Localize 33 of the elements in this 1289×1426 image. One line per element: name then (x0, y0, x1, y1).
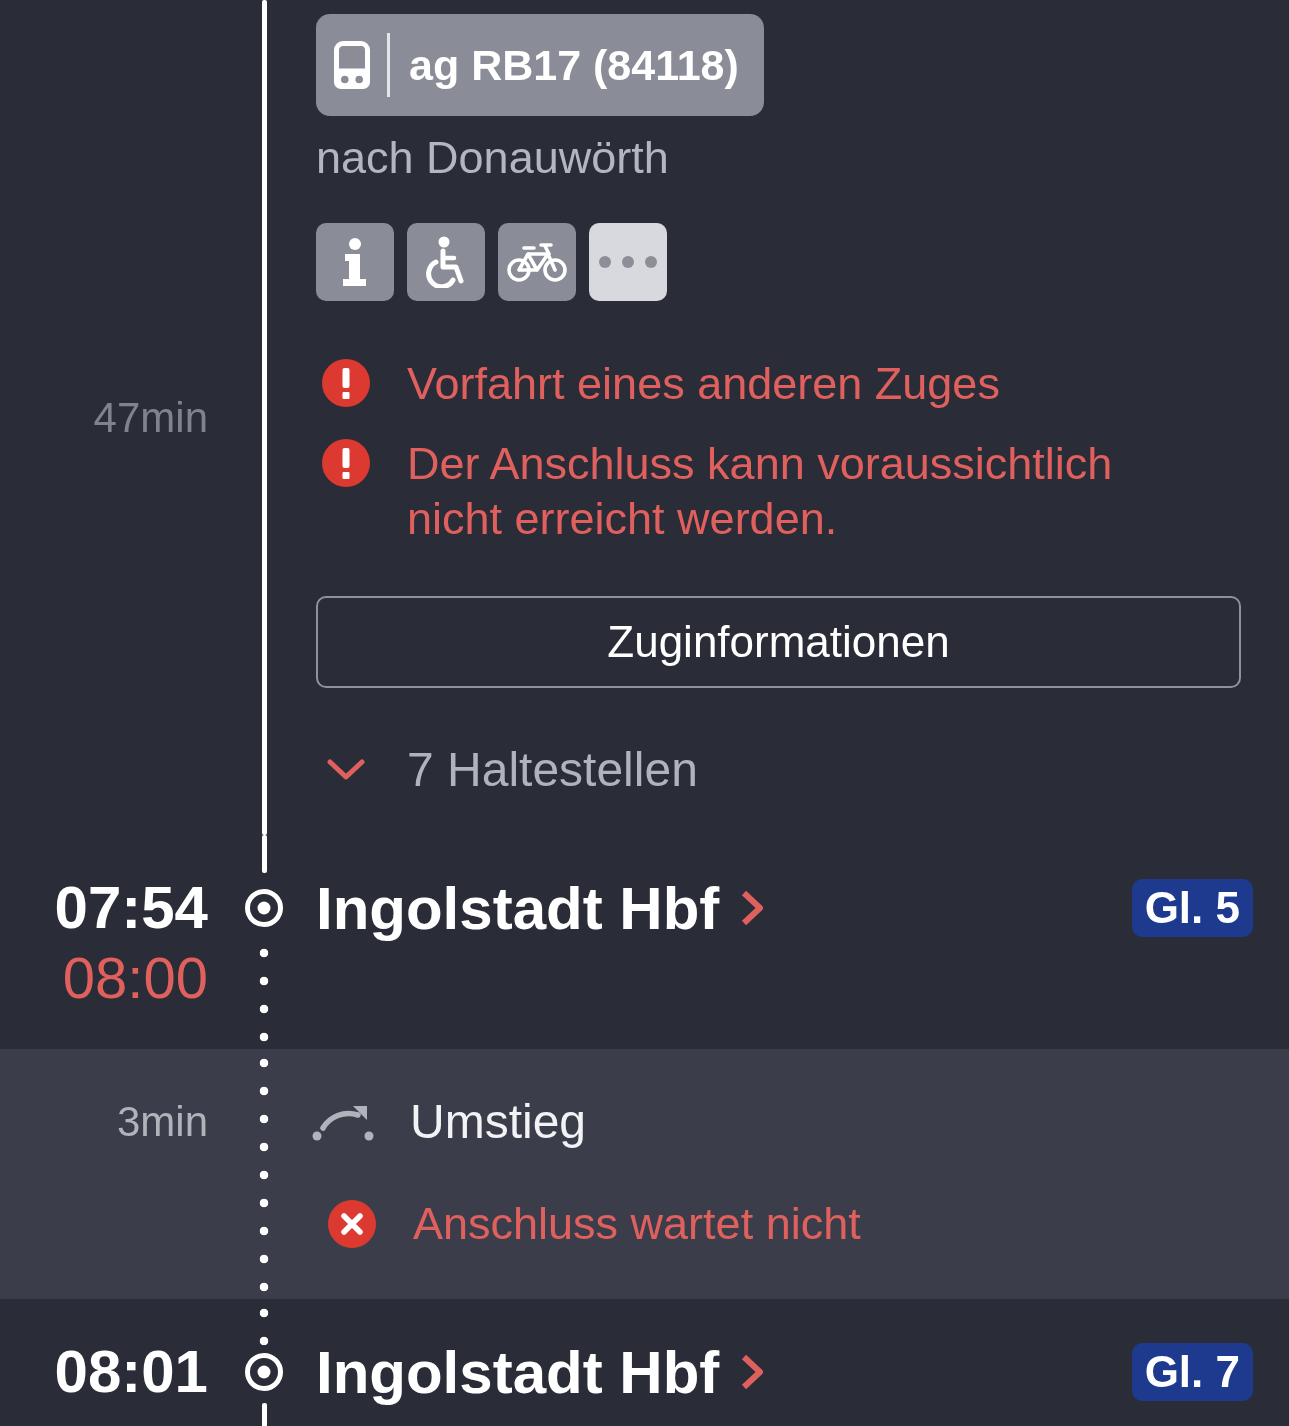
bicycle-icon (507, 242, 567, 282)
chevron-right-icon (741, 890, 764, 926)
transfer-duration: 3min (116, 1097, 208, 1147)
bicycle-button[interactable] (498, 223, 576, 301)
travel-duration: 47min (93, 392, 208, 443)
info-button[interactable] (316, 223, 394, 301)
stops-toggle[interactable]: 7 Haltestellen (316, 742, 698, 798)
more-icon (599, 256, 657, 268)
scheduled-time: 07:54 (54, 876, 208, 940)
direction-text: nach Donauwörth (316, 133, 669, 183)
more-button[interactable] (589, 223, 667, 301)
error-icon (328, 1199, 376, 1248)
wheelchair-button[interactable] (407, 223, 485, 301)
station-link[interactable]: Ingolstadt Hbf (316, 873, 764, 943)
train-icon (334, 41, 370, 89)
stop-marker-icon (245, 1353, 283, 1391)
alert-message: Vorfahrt eines anderen Zuges (407, 357, 1000, 411)
alert-message: Der Anschluss kann voraussichtlich nicht erreicht werden. (407, 437, 1114, 546)
scheduled-time: 08:01 (54, 1340, 208, 1404)
warning-icon (322, 439, 370, 487)
alert-message: Anschluss wartet nicht (413, 1197, 861, 1251)
chevron-right-icon (741, 1354, 764, 1390)
stop-marker-icon (245, 889, 283, 927)
platform-badge: Gl. 5 (1131, 879, 1253, 937)
train-name: ag RB17 (84118) (409, 40, 739, 90)
transfer-label: Umstieg (410, 1095, 587, 1149)
transfer-icon (312, 1103, 374, 1141)
platform-badge: Gl. 7 (1131, 1343, 1253, 1401)
warning-icon (322, 359, 370, 407)
station-link[interactable]: Ingolstadt Hbf (316, 1337, 764, 1407)
realtime-time: 08:00 (62, 946, 208, 1010)
info-icon (341, 238, 369, 286)
train-info-button[interactable]: Zuginformationen (316, 596, 1241, 688)
